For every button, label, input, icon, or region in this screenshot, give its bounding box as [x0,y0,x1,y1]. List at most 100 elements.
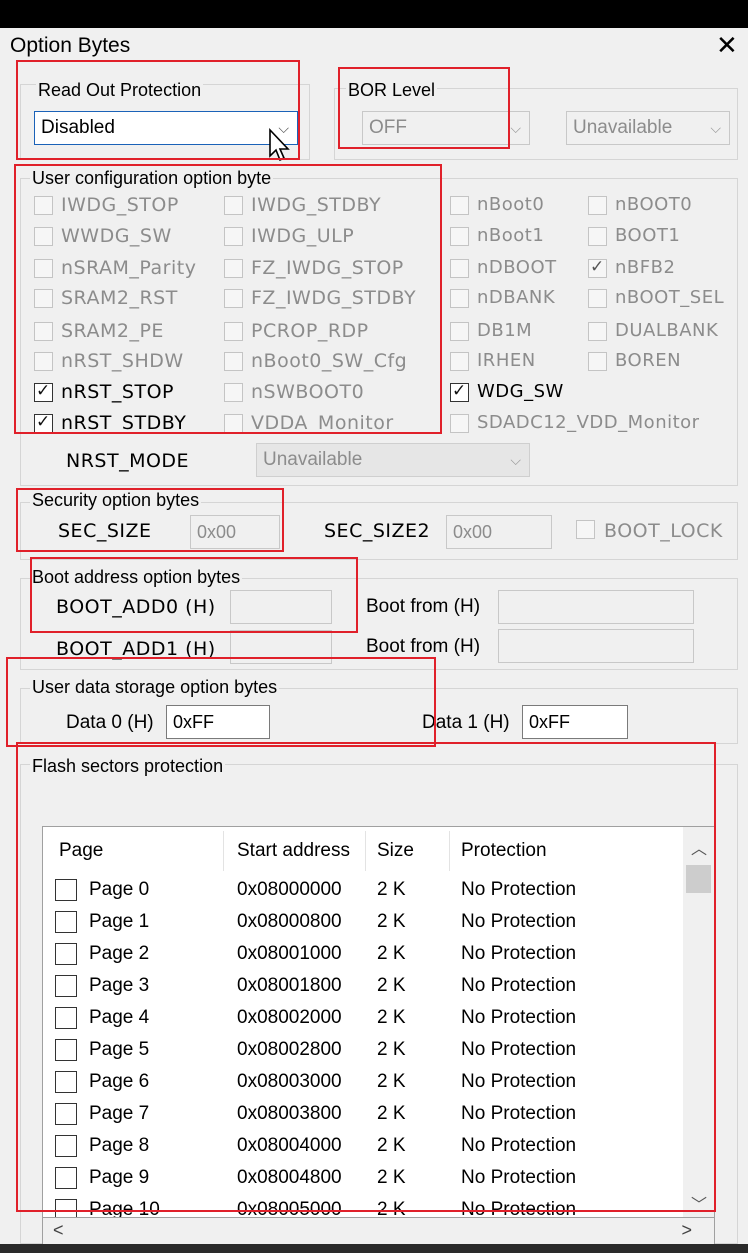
table-row[interactable]: Page 6 0x08003000 2 K No Protection [43,1067,683,1099]
boot-add1-label: BOOT_ADD1 (H) [56,638,216,660]
checkbox-nbfb2[interactable]: ✓ [588,257,607,278]
page-checkbox[interactable] [55,1007,77,1029]
bor-dropdown[interactable]: OFF ⌵ [362,111,530,145]
page-checkbox[interactable] [55,975,77,997]
option-label: BOOT1 [615,225,681,246]
checkbox-iwdg_ulp[interactable] [224,227,243,246]
checkbox-nboot1[interactable] [450,227,469,246]
boot-add0-field[interactable] [230,590,332,624]
checkbox-ndboot[interactable] [450,259,469,278]
protection-cell: No Protection [461,879,577,900]
column-header-page[interactable]: Page [59,840,103,862]
checkbox-dualbank[interactable] [588,322,607,341]
checkbox-nrst_stop[interactable]: ✓ [34,381,53,402]
checkbox-fz_iwdg_stdby[interactable] [224,289,243,308]
checkmark-icon: ✓ [590,257,605,276]
column-header-protection[interactable]: Protection [461,840,547,862]
checkmark-icon: ✓ [36,381,51,400]
vertical-scrollbar[interactable]: ︿ ﹀ [683,827,714,1217]
sec-size2-field[interactable]: 0x00 [446,515,552,549]
page-checkbox[interactable] [55,943,77,965]
checkbox-vdda_monitor[interactable] [224,414,243,433]
checkbox-fz_iwdg_stop[interactable] [224,259,243,278]
checkbox-sdadc12_vdd_monitor[interactable] [450,414,469,433]
rdp-dropdown[interactable]: Disabled ⌵ [34,111,298,145]
bor-secondary-dropdown[interactable]: Unavailable ⌵ [566,111,730,145]
option-label: nBOOT_SEL [615,287,725,308]
boot-add1-field[interactable] [230,630,332,664]
size-cell: 2 K [377,1039,406,1060]
table-row[interactable]: Page 2 0x08001000 2 K No Protection [43,939,683,971]
checkbox-iwdg_stdby[interactable] [224,196,243,215]
checkbox-nrst_shdw[interactable] [34,352,53,371]
scroll-right-icon[interactable]: > [681,1220,692,1241]
checkbox-nsram_parity[interactable] [34,259,53,278]
nrst-mode-dropdown[interactable]: Unavailable ⌵ [256,443,530,477]
checkbox-sram2_rst[interactable] [34,289,53,308]
page-checkbox[interactable] [55,1199,77,1217]
size-cell: 2 K [377,879,406,900]
checkbox-nboot0[interactable] [588,196,607,215]
checkbox-pcrop_rdp[interactable] [224,322,243,341]
user-config-label: User configuration option byte [30,168,274,189]
checkbox-db1m[interactable] [450,322,469,341]
scroll-up-icon[interactable]: ︿ [691,835,707,859]
bor-secondary-value: Unavailable [573,117,673,138]
table-row[interactable]: Page 4 0x08002000 2 K No Protection [43,1003,683,1035]
scroll-left-icon[interactable]: < [53,1220,64,1241]
size-cell: 2 K [377,1167,406,1188]
page-cell: Page 8 [89,1135,150,1156]
checkbox-sram2_pe[interactable] [34,322,53,341]
checkbox-nboot_sel[interactable] [588,289,607,308]
checkbox-nboot0[interactable] [450,196,469,215]
option-label: nBoot0_SW_Cfg [251,350,408,372]
boot-from-field-2[interactable] [498,629,694,663]
table-row[interactable]: Page 9 0x08004800 2 K No Protection [43,1163,683,1195]
table-row[interactable]: Page 8 0x08004000 2 K No Protection [43,1131,683,1163]
scroll-down-icon[interactable]: ﹀ [691,1191,707,1215]
option-label: FZ_IWDG_STDBY [251,287,417,309]
page-checkbox[interactable] [55,911,77,933]
mouse-cursor-icon [269,128,290,162]
scroll-thumb[interactable] [686,865,711,893]
column-header-size[interactable]: Size [377,840,414,862]
checkbox-boot1[interactable] [588,227,607,246]
boot-from-field-1[interactable] [498,590,694,624]
protection-cell: No Protection [461,943,577,964]
checkbox-ndbank[interactable] [450,289,469,308]
close-icon[interactable]: ✕ [716,32,738,58]
page-checkbox[interactable] [55,1135,77,1157]
table-row[interactable]: Page 5 0x08002800 2 K No Protection [43,1035,683,1067]
table-row[interactable]: Page 0 0x08000000 2 K No Protection [43,875,683,907]
checkbox-wdg_sw[interactable]: ✓ [450,381,469,402]
checkbox-irhen[interactable] [450,352,469,371]
page-checkbox[interactable] [55,1071,77,1093]
option-label: nBoot0 [477,194,545,215]
boot-lock-checkbox[interactable] [576,520,595,539]
column-header-start-address[interactable]: Start address [237,840,350,862]
checkbox-nswboot0[interactable] [224,383,243,402]
horizontal-scrollbar[interactable]: < > [42,1218,715,1244]
checkbox-nboot0_sw_cfg[interactable] [224,352,243,371]
checkbox-iwdg_stop[interactable] [34,196,53,215]
page-checkbox[interactable] [55,1103,77,1125]
page-checkbox[interactable] [55,1039,77,1061]
page-checkbox[interactable] [55,879,77,901]
table-row[interactable]: Page 7 0x08003800 2 K No Protection [43,1099,683,1131]
data1-field[interactable]: 0xFF [522,705,628,739]
sec-size-field[interactable]: 0x00 [190,515,280,549]
table-row[interactable]: Page 3 0x08001800 2 K No Protection [43,971,683,1003]
checkbox-nrst_stdby[interactable]: ✓ [34,412,53,433]
option-label: BOREN [615,350,682,371]
size-cell: 2 K [377,1103,406,1124]
checkbox-boren[interactable] [588,352,607,371]
page-cell: Page 3 [89,975,150,996]
data0-field[interactable]: 0xFF [166,705,270,739]
checkbox-wwdg_sw[interactable] [34,227,53,246]
table-row[interactable]: Page 10 0x08005000 2 K No Protection [43,1195,683,1217]
address-cell: 0x08000800 [237,911,342,932]
protection-cell: No Protection [461,1135,577,1156]
option-label: VDDA_Monitor [251,412,394,434]
table-row[interactable]: Page 1 0x08000800 2 K No Protection [43,907,683,939]
page-checkbox[interactable] [55,1167,77,1189]
